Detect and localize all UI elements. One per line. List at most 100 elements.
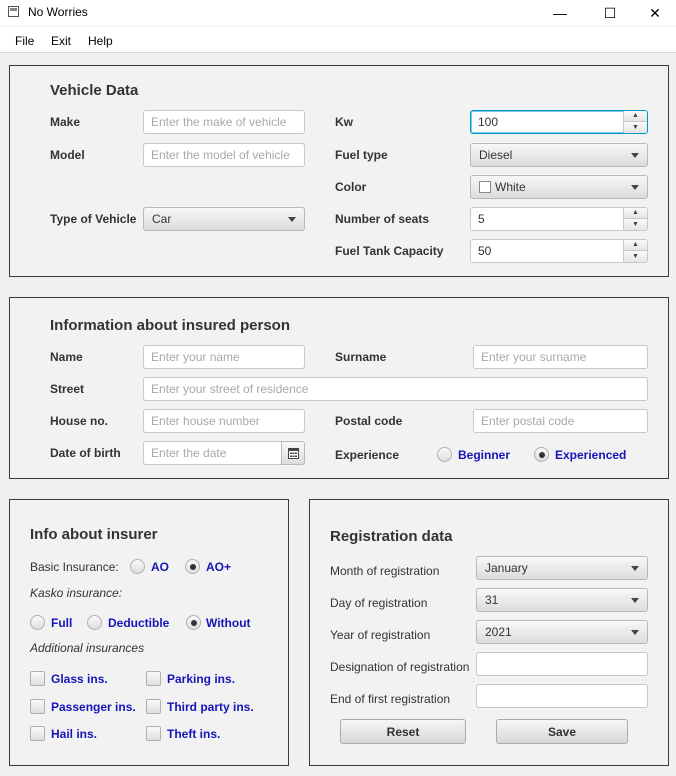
vehicle-type-label: Type of Vehicle — [50, 212, 137, 226]
kw-spinner[interactable]: 100 ▲ ▼ — [470, 110, 648, 134]
registration-panel: Registration data Month of registration … — [309, 499, 669, 766]
make-input[interactable]: Enter the make of vehicle — [143, 110, 305, 134]
beginner-radio[interactable] — [437, 447, 452, 462]
hail-checkbox[interactable] — [30, 726, 45, 741]
vehicle-type-select[interactable]: Car — [143, 207, 305, 231]
end-registration-label: End of first registration — [330, 692, 451, 706]
theft-checkbox[interactable] — [146, 726, 161, 741]
maximize-button[interactable]: ☐ — [587, 0, 633, 26]
spin-down-icon[interactable]: ▼ — [624, 251, 647, 262]
tank-spinner[interactable]: 50 ▲ ▼ — [470, 239, 648, 263]
vehicle-type-value: Car — [152, 212, 172, 226]
chevron-down-icon — [631, 185, 639, 190]
basic-insurance-label: Basic Insurance: — [30, 560, 119, 574]
without-label[interactable]: Without — [206, 616, 251, 630]
seats-value: 5 — [478, 212, 485, 226]
dob-input[interactable]: Enter the date — [143, 441, 282, 465]
experienced-radio[interactable] — [534, 447, 549, 462]
year-select[interactable]: 2021 — [476, 620, 648, 644]
vehicle-data-panel: Vehicle Data Make Enter the make of vehi… — [9, 65, 669, 277]
surname-input[interactable]: Enter your surname — [473, 345, 648, 369]
postal-code-label: Postal code — [335, 414, 403, 428]
kasko-label: Kasko insurance: — [30, 586, 123, 600]
chevron-down-icon — [631, 598, 639, 603]
parking-checkbox[interactable] — [146, 671, 161, 686]
dob-label: Date of birth — [50, 446, 121, 460]
deductible-label[interactable]: Deductible — [108, 616, 169, 630]
end-registration-input[interactable] — [476, 684, 648, 708]
kw-label: Kw — [335, 115, 353, 129]
full-label[interactable]: Full — [51, 616, 72, 630]
seats-spin-arrows: ▲ ▼ — [623, 208, 647, 230]
theft-label[interactable]: Theft ins. — [167, 727, 220, 741]
full-radio[interactable] — [30, 615, 45, 630]
third-party-label[interactable]: Third party ins. — [167, 700, 254, 714]
glass-label[interactable]: Glass ins. — [51, 672, 108, 686]
surname-label: Surname — [335, 350, 387, 364]
beginner-label[interactable]: Beginner — [458, 448, 510, 462]
house-number-input[interactable]: Enter house number — [143, 409, 305, 433]
fuel-type-label: Fuel type — [335, 148, 388, 162]
model-label: Model — [50, 148, 85, 162]
street-input[interactable]: Enter your street of residence — [143, 377, 648, 401]
insured-person-panel: Information about insured person Name En… — [9, 297, 669, 479]
chevron-down-icon — [288, 217, 296, 222]
ao-plus-radio[interactable] — [185, 559, 200, 574]
name-label: Name — [50, 350, 83, 364]
kw-value: 100 — [478, 115, 499, 129]
experienced-label[interactable]: Experienced — [555, 448, 626, 462]
seats-spinner[interactable]: 5 ▲ ▼ — [470, 207, 648, 231]
ao-radio[interactable] — [130, 559, 145, 574]
without-radio[interactable] — [186, 615, 201, 630]
insurer-panel-title: Info about insurer — [30, 526, 158, 543]
street-label: Street — [50, 382, 85, 396]
day-select[interactable]: 31 — [476, 588, 648, 612]
fuel-type-select[interactable]: Diesel — [470, 143, 648, 167]
color-label: Color — [335, 180, 367, 194]
month-label: Month of registration — [330, 564, 440, 578]
postal-code-input[interactable]: Enter postal code — [473, 409, 648, 433]
name-input[interactable]: Enter your name — [143, 345, 305, 369]
month-select[interactable]: January — [476, 556, 648, 580]
additional-insurances-label: Additional insurances — [30, 641, 145, 655]
calendar-button[interactable] — [281, 441, 305, 465]
spin-down-icon[interactable]: ▼ — [624, 122, 647, 133]
month-value: January — [485, 561, 528, 575]
chevron-down-icon — [631, 153, 639, 158]
passenger-label[interactable]: Passenger ins. — [51, 700, 136, 714]
model-input[interactable]: Enter the model of vehicle — [143, 143, 305, 167]
insurer-panel: Info about insurer Basic Insurance: AO A… — [9, 499, 289, 766]
menu-file[interactable]: File — [15, 34, 34, 48]
save-button[interactable]: Save — [496, 719, 628, 744]
third-party-checkbox[interactable] — [146, 699, 161, 714]
color-value: White — [495, 180, 526, 194]
experience-label: Experience — [335, 448, 400, 462]
glass-checkbox[interactable] — [30, 671, 45, 686]
tank-spin-arrows: ▲ ▼ — [623, 240, 647, 262]
make-label: Make — [50, 115, 81, 129]
deductible-radio[interactable] — [87, 615, 102, 630]
kw-spin-arrows: ▲ ▼ — [623, 111, 647, 133]
hail-label[interactable]: Hail ins. — [51, 727, 97, 741]
minimize-button[interactable]: — — [537, 0, 583, 26]
ao-plus-label[interactable]: AO+ — [206, 560, 231, 574]
color-picker[interactable]: White — [470, 175, 648, 199]
ao-label[interactable]: AO — [151, 560, 169, 574]
designation-input[interactable] — [476, 652, 648, 676]
menu-exit[interactable]: Exit — [51, 34, 71, 48]
close-button[interactable]: ✕ — [632, 0, 676, 26]
color-swatch-icon — [479, 181, 491, 193]
tank-value: 50 — [478, 244, 492, 258]
chevron-down-icon — [631, 630, 639, 635]
tank-label: Fuel Tank Capacity — [335, 244, 444, 258]
parking-label[interactable]: Parking ins. — [167, 672, 235, 686]
registration-panel-title: Registration data — [330, 528, 453, 545]
calendar-icon — [287, 447, 299, 459]
title-bar: No Worries — ☐ ✕ — [0, 0, 676, 26]
chevron-down-icon — [631, 566, 639, 571]
menu-help[interactable]: Help — [88, 34, 113, 48]
reset-button[interactable]: Reset — [340, 719, 466, 744]
passenger-checkbox[interactable] — [30, 699, 45, 714]
fuel-type-value: Diesel — [479, 148, 513, 162]
spin-down-icon[interactable]: ▼ — [624, 219, 647, 230]
